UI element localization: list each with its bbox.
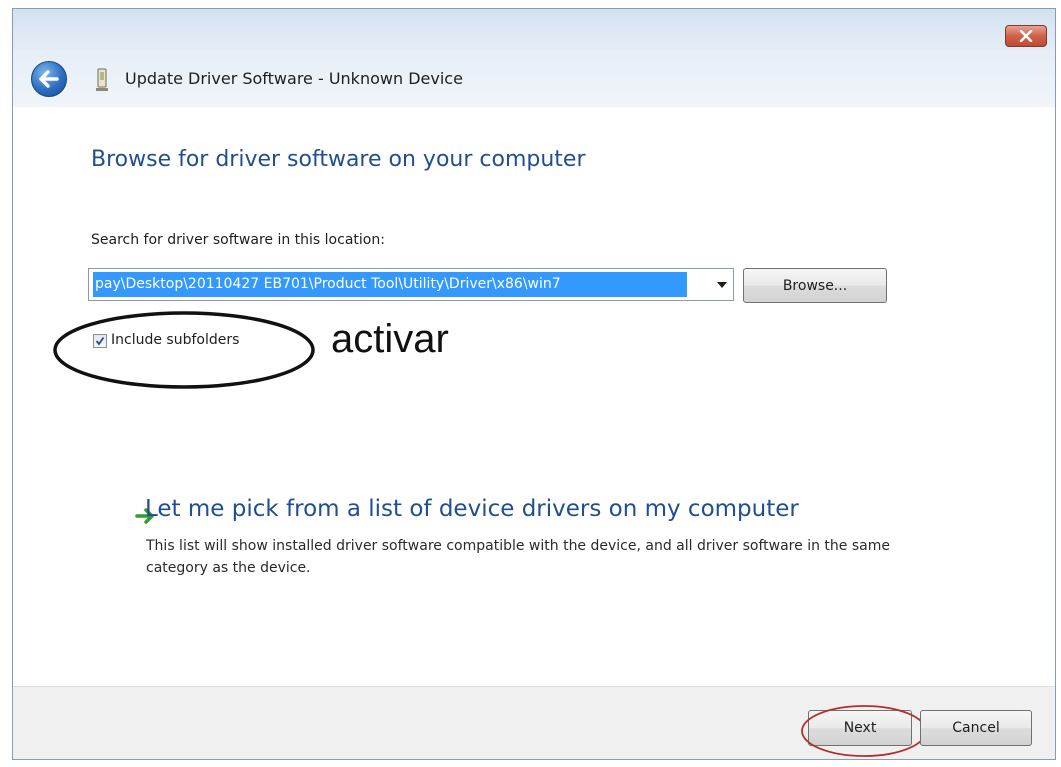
chevron-down-icon[interactable] (717, 282, 727, 288)
window-title: Update Driver Software - Unknown Device (125, 69, 463, 88)
back-button[interactable] (31, 61, 67, 97)
next-annotation-ellipse (801, 705, 927, 757)
close-icon (1019, 30, 1033, 42)
annotation-text: activar (331, 317, 449, 361)
pick-from-list-link[interactable]: Let me pick from a list of device driver… (145, 496, 799, 522)
browse-button[interactable]: Browse... (743, 268, 887, 303)
search-location-input[interactable]: pay\Desktop\20110427 EB701\Product Tool\… (93, 272, 687, 297)
cancel-button[interactable]: Cancel (920, 710, 1032, 746)
search-location-combobox[interactable]: pay\Desktop\20110427 EB701\Product Tool\… (88, 268, 734, 301)
dialog-window: Update Driver Software - Unknown Device … (12, 8, 1056, 760)
pick-from-list-description: This list will show installed driver sof… (146, 538, 890, 576)
device-icon (96, 68, 108, 91)
close-button[interactable] (1005, 25, 1047, 47)
page-heading: Browse for driver software on your compu… (91, 147, 586, 172)
annotation-ellipse (53, 311, 315, 389)
title-bar: Update Driver Software - Unknown Device (13, 9, 1055, 107)
back-arrow-icon (39, 70, 59, 88)
search-location-label: Search for driver software in this locat… (91, 232, 385, 248)
